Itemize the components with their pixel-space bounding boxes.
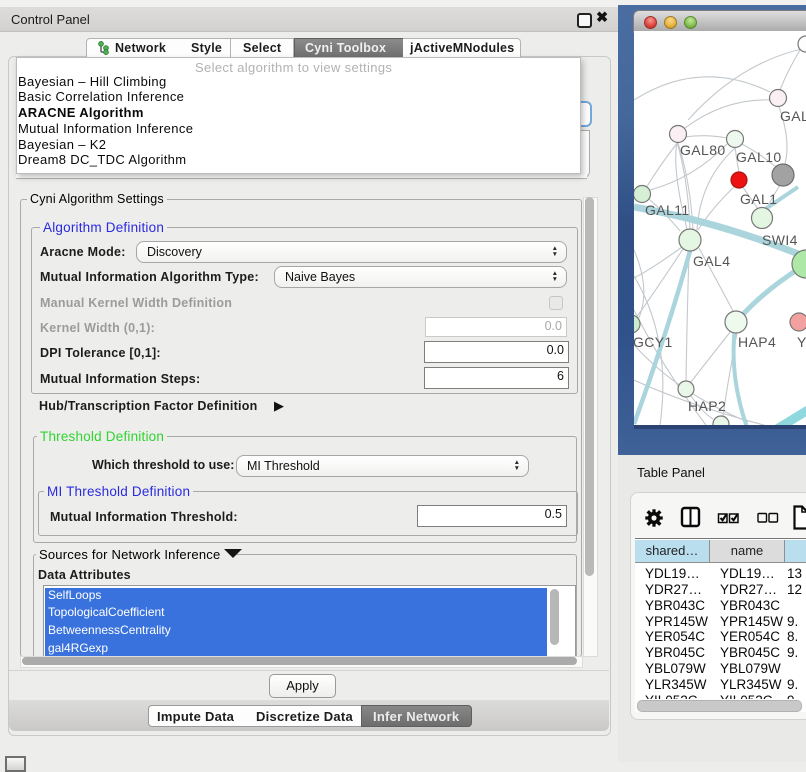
svg-text:GAL1: GAL1 xyxy=(740,191,777,207)
svg-text:HAP4: HAP4 xyxy=(738,334,776,350)
svg-text:Y: Y xyxy=(797,334,806,350)
svg-text:GCY1: GCY1 xyxy=(634,334,673,350)
svg-text:GAL8: GAL8 xyxy=(780,108,806,124)
svg-text:GAL80: GAL80 xyxy=(680,142,726,158)
svg-text:SWI4: SWI4 xyxy=(762,232,798,248)
svg-text:GAL10: GAL10 xyxy=(736,149,782,165)
svg-text:GAL4: GAL4 xyxy=(693,253,730,269)
svg-text:GAL11: GAL11 xyxy=(645,202,690,218)
svg-text:HAP2: HAP2 xyxy=(688,398,726,414)
